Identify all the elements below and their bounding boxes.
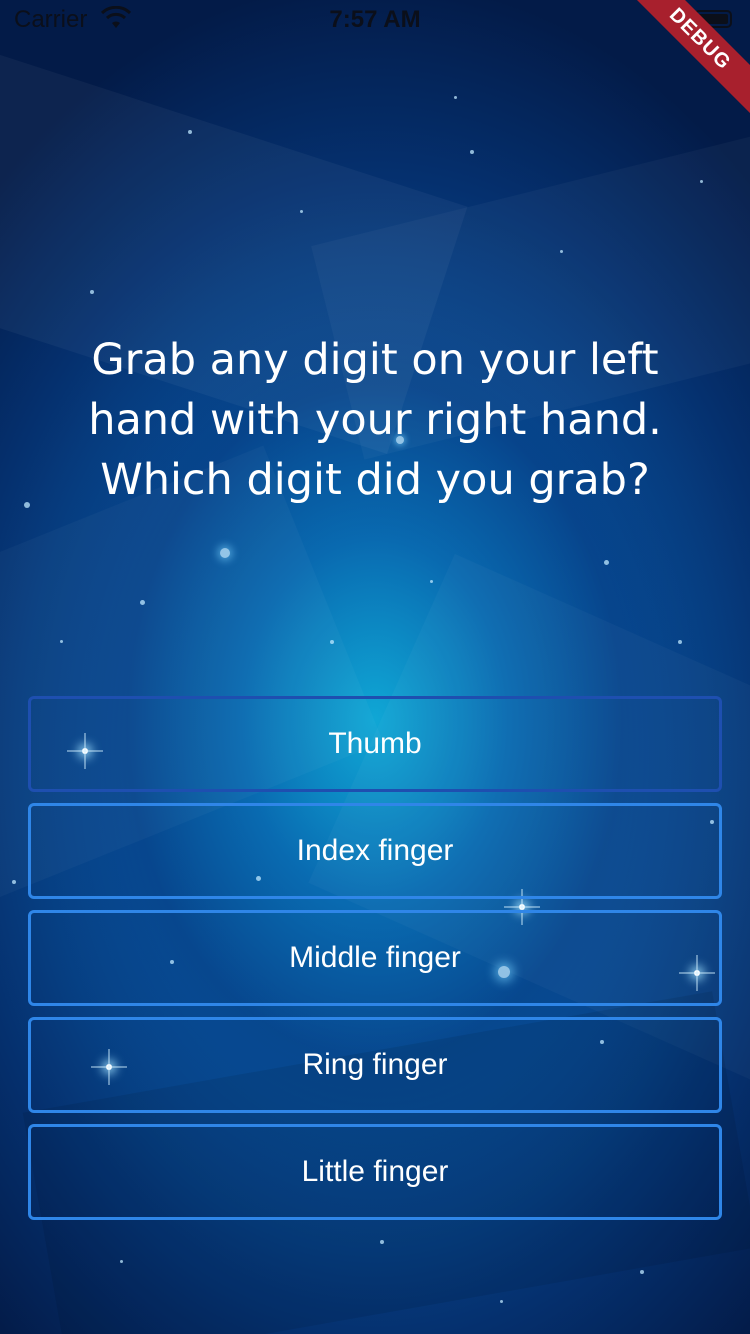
star xyxy=(454,96,457,99)
star xyxy=(470,150,474,154)
star xyxy=(140,600,145,605)
star xyxy=(188,130,192,134)
question-line: hand with your right hand. xyxy=(88,395,662,445)
star xyxy=(220,548,230,558)
status-time: 7:57 AM xyxy=(329,6,421,33)
answer-button-middle-finger[interactable]: Middle finger xyxy=(28,910,722,1006)
star xyxy=(120,1260,123,1263)
star xyxy=(700,180,703,183)
answer-list: Thumb Index finger Middle finger Ring fi… xyxy=(28,696,722,1231)
star xyxy=(24,502,30,508)
star xyxy=(90,290,94,294)
status-bar: Carrier 7:57 AM xyxy=(0,0,750,40)
question-text: Grab any digit on your left hand with yo… xyxy=(40,330,710,510)
answer-button-index-finger[interactable]: Index finger xyxy=(28,803,722,899)
star xyxy=(330,640,334,644)
star xyxy=(604,560,609,565)
star xyxy=(12,880,16,884)
star xyxy=(430,580,433,583)
star xyxy=(380,1240,384,1244)
star xyxy=(500,1300,503,1303)
question-line: Grab any digit on your left xyxy=(91,335,659,385)
star xyxy=(678,640,682,644)
answer-button-little-finger[interactable]: Little finger xyxy=(28,1124,722,1220)
star xyxy=(300,210,303,213)
star xyxy=(60,640,63,643)
star xyxy=(560,250,563,253)
star xyxy=(640,1270,644,1274)
answer-button-thumb[interactable]: Thumb xyxy=(28,696,722,792)
question-line: Which digit did you grab? xyxy=(100,455,650,505)
answer-button-ring-finger[interactable]: Ring finger xyxy=(28,1017,722,1113)
